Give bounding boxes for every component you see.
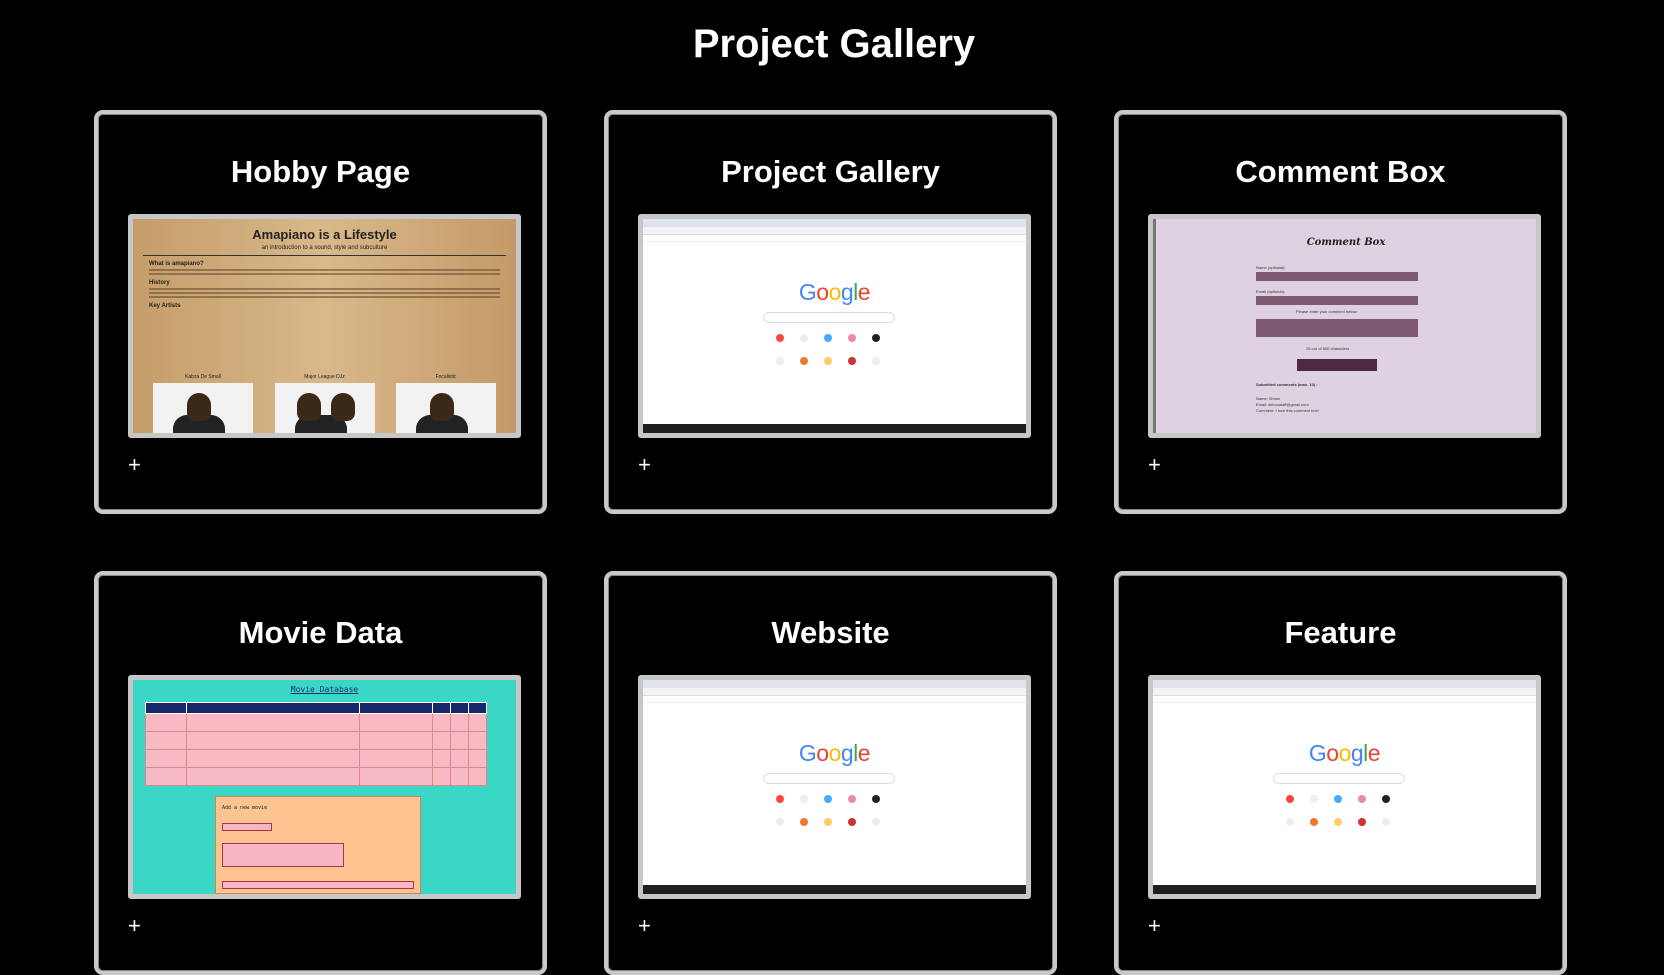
card-title: Website — [771, 615, 890, 650]
add-button[interactable]: + — [1148, 454, 1161, 476]
card-title: Project Gallery — [721, 154, 940, 189]
thumb-subheading: an introduction to a sound, style and su… — [261, 245, 388, 251]
thumb-section: Key Artists — [149, 303, 181, 309]
add-button[interactable]: + — [1148, 915, 1161, 937]
taskbar — [643, 885, 1026, 894]
google-search-bar — [763, 773, 895, 784]
email-field — [1256, 296, 1418, 305]
artist-caption: Major League DJz — [304, 374, 345, 380]
artist-photo: Kabza De Small — [153, 374, 253, 433]
google-search-bar — [1273, 773, 1405, 784]
project-thumbnail[interactable]: Google — [1148, 675, 1541, 899]
google-logo: Google — [1308, 740, 1381, 766]
google-logo: Google — [798, 740, 871, 766]
card-title: Comment Box — [1235, 154, 1446, 189]
name-field — [1256, 272, 1418, 281]
card-title: Feature — [1284, 615, 1397, 650]
google-search-bar — [763, 312, 895, 323]
comment-line: Email: simonalaff@gmail.com — [1256, 402, 1309, 407]
add-button[interactable]: + — [128, 915, 141, 937]
movie-table — [145, 702, 487, 786]
taskbar — [643, 424, 1026, 433]
thumb-heading: Comment Box — [1306, 237, 1386, 248]
project-thumbnail[interactable]: Movie Database Add a new movie — [128, 675, 521, 899]
project-thumbnail[interactable]: Google — [638, 675, 1031, 899]
project-thumbnail[interactable]: Google — [638, 214, 1031, 438]
add-movie-form: Add a new movie — [215, 796, 421, 894]
artist-photo: Focalistic — [396, 374, 496, 433]
submit-button — [1297, 359, 1377, 371]
thumb-heading: Amapiano is a Lifestyle — [252, 227, 397, 242]
page-title: Project Gallery — [692, 22, 976, 66]
add-button[interactable]: + — [638, 454, 651, 476]
comment-line: Comment: I love this comment box! — [1256, 408, 1319, 413]
artist-caption: Kabza De Small — [185, 374, 221, 380]
form-title: Add a new movie — [222, 805, 268, 811]
add-button[interactable]: + — [638, 915, 651, 937]
project-thumbnail[interactable]: Amapiano is a Lifestyle an introduction … — [128, 214, 521, 438]
submitted-title: Submitted comments (max. 10) : — [1256, 382, 1318, 387]
comment-line: Name: Simon — [1256, 396, 1281, 401]
project-card-comment-box[interactable]: Comment Box Comment Box Name (optional):… — [1114, 110, 1567, 514]
field-label: Name (optional): — [1256, 265, 1286, 270]
project-card-feature[interactable]: Feature Google + — [1114, 571, 1567, 975]
project-card-hobby-page[interactable]: Hobby Page Amapiano is a Lifestyle an in… — [94, 110, 547, 514]
add-button[interactable]: + — [128, 454, 141, 476]
card-title: Movie Data — [238, 615, 403, 650]
taskbar — [1153, 885, 1536, 894]
card-title: Hobby Page — [230, 154, 411, 189]
char-counter: 25 out of 500 characters — [1306, 346, 1350, 351]
field-label: Email (optional): — [1256, 289, 1285, 294]
artist-photo: Major League DJz — [274, 374, 375, 433]
field-label: Please enter your comment below: — [1296, 309, 1358, 314]
thumb-section: History — [149, 280, 170, 286]
thumb-heading: Movie Database — [290, 685, 359, 694]
google-logo: Google — [798, 279, 871, 305]
comment-field — [1256, 319, 1418, 337]
project-card-website[interactable]: Website Google + — [604, 571, 1057, 975]
project-card-project-gallery[interactable]: Project Gallery Google + — [604, 110, 1057, 514]
project-thumbnail[interactable]: Comment Box Name (optional): Email (opti… — [1148, 214, 1541, 438]
project-card-movie-data[interactable]: Movie Data Movie Database Add a new movi… — [94, 571, 547, 975]
thumb-section: What is amapiano? — [149, 261, 204, 267]
artist-caption: Focalistic — [435, 374, 457, 380]
